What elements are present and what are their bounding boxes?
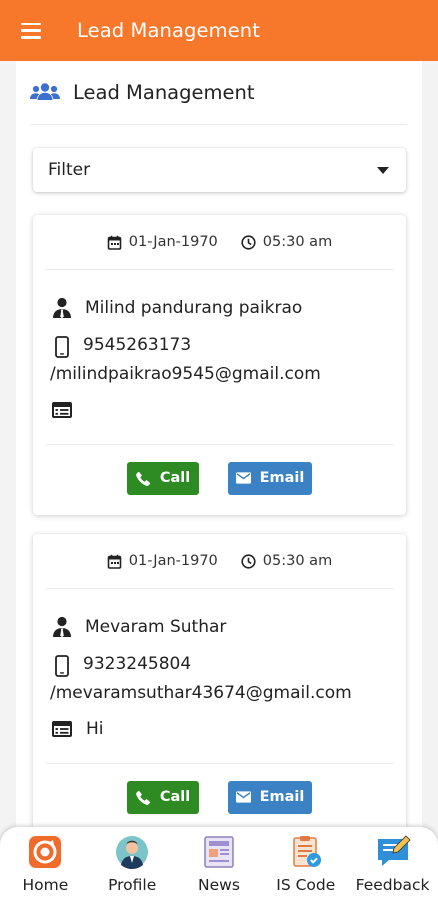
nav-feedback[interactable]: Feedback xyxy=(350,827,436,900)
user-tie-icon xyxy=(53,297,71,319)
nav-is-code[interactable]: IS Code xyxy=(263,827,349,900)
clock-icon xyxy=(241,553,256,569)
nav-profile-label: Profile xyxy=(108,876,157,894)
app-bar: Lead Management xyxy=(0,0,438,61)
section-title: Lead Management xyxy=(73,81,255,104)
envelope-icon xyxy=(235,472,251,484)
call-button[interactable]: Call xyxy=(127,461,199,495)
phone-icon xyxy=(135,471,150,486)
nav-news-label: News xyxy=(198,876,240,894)
section-header: Lead Management xyxy=(30,61,407,125)
lead-phone: 9545263173 xyxy=(83,335,192,355)
lead-name: Milind pandurang paikrao xyxy=(85,298,303,318)
lead-datetime: 01-Jan-1970 05:30 am xyxy=(45,215,394,270)
envelope-icon xyxy=(235,791,251,803)
email-label: Email xyxy=(259,470,305,486)
lead-phone: 9323245804 xyxy=(83,654,192,674)
caret-down-icon xyxy=(377,166,389,174)
lead-name: Mevaram Suthar xyxy=(85,617,227,637)
nav-home[interactable]: Home xyxy=(2,827,88,900)
lead-date: 01-Jan-1970 xyxy=(128,234,218,250)
lead-card: 01-Jan-1970 05:30 am Mevaram Suthar 9323… xyxy=(33,534,406,831)
feedback-icon xyxy=(377,835,411,866)
email-button[interactable]: Email xyxy=(228,461,312,495)
call-button[interactable]: Call xyxy=(127,780,199,814)
nav-news[interactable]: News xyxy=(176,827,262,900)
bottom-navigation: Home Profile News IS Code Feedback xyxy=(0,827,438,900)
lead-email: /milindpaikrao9545@gmail.com xyxy=(50,364,321,384)
home-logo-icon xyxy=(29,836,62,868)
email-label: Email xyxy=(259,789,305,805)
lead-time: 05:30 am xyxy=(262,234,333,250)
email-button[interactable]: Email xyxy=(228,780,312,814)
lead-message: Hi xyxy=(86,719,104,739)
lead-time: 05:30 am xyxy=(262,553,333,569)
call-label: Call xyxy=(159,789,191,805)
is-code-icon xyxy=(293,836,321,867)
message-list-icon xyxy=(52,721,72,737)
filter-dropdown[interactable]: Filter xyxy=(33,148,406,192)
mobile-phone-icon xyxy=(55,336,69,358)
calendar-icon xyxy=(107,235,122,250)
filter-label: Filter xyxy=(48,160,91,180)
nav-home-label: Home xyxy=(22,876,69,894)
message-list-icon xyxy=(52,402,72,418)
nav-feedback-label: Feedback xyxy=(355,876,430,894)
phone-icon xyxy=(135,790,150,805)
lead-card: 01-Jan-1970 05:30 am Milind pandurang pa… xyxy=(33,215,406,515)
lead-date: 01-Jan-1970 xyxy=(128,553,218,569)
profile-avatar-icon xyxy=(116,836,149,869)
mobile-phone-icon xyxy=(55,655,69,677)
news-icon xyxy=(204,836,234,868)
clock-icon xyxy=(241,234,256,250)
app-bar-title: Lead Management xyxy=(77,19,260,42)
lead-datetime: 01-Jan-1970 05:30 am xyxy=(45,534,394,589)
nav-profile[interactable]: Profile xyxy=(89,827,175,900)
menu-icon[interactable] xyxy=(21,22,41,39)
user-tie-icon xyxy=(53,616,71,638)
users-group-icon xyxy=(30,82,60,100)
nav-is-code-label: IS Code xyxy=(276,876,336,894)
lead-email: /mevaramsuthar43674@gmail.com xyxy=(50,683,352,703)
lead-list-panel[interactable]: Lead Management Filter 01-Jan-1970 05:30… xyxy=(16,61,422,831)
calendar-icon xyxy=(107,554,122,569)
call-label: Call xyxy=(159,470,191,486)
